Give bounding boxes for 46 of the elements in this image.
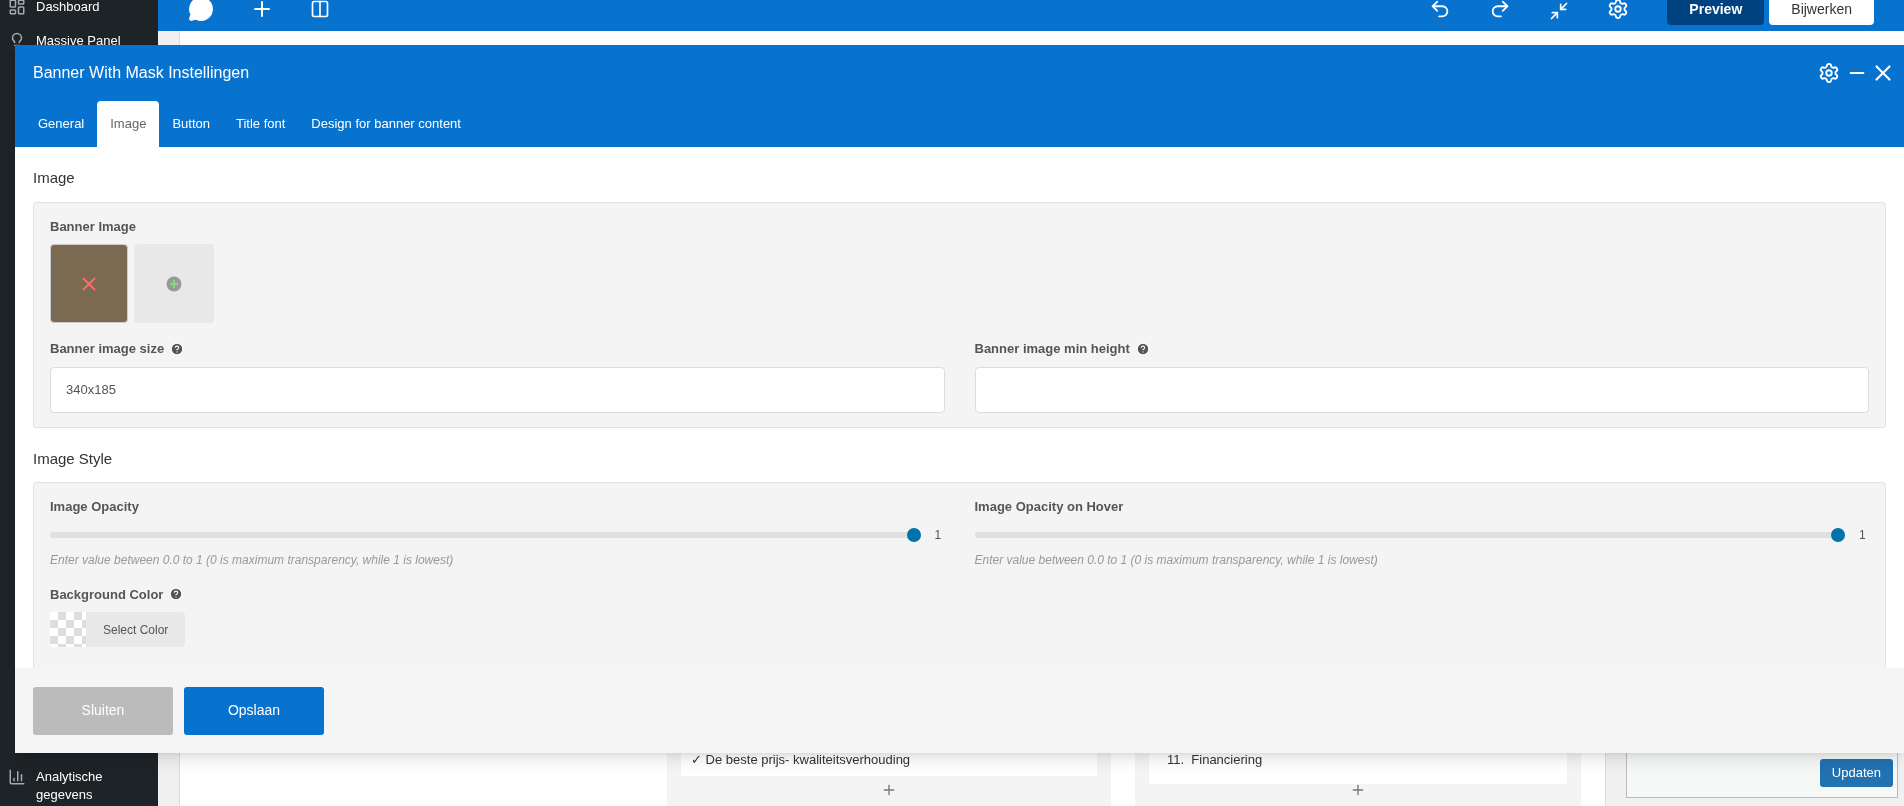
field-label: Image Opacity — [50, 498, 139, 516]
slider-value: 1 — [1859, 526, 1867, 544]
hint-text: Enter value between 0.0 to 1 (0 is maximum transparency, while 1 is lowest) — [974, 551, 1379, 569]
settings-icon[interactable] — [1607, 0, 1630, 20]
numbered-item: 11. Financiering — [1167, 753, 1263, 766]
updaten-button[interactable]: Updaten — [1819, 759, 1893, 787]
tab[interactable]: General — [25, 101, 98, 147]
layout-icon[interactable] — [310, 0, 330, 19]
bar-chart-icon — [8, 768, 26, 786]
tab[interactable]: Design for banner content — [298, 101, 474, 147]
dialog-title: Banner With Mask Instellingen — [33, 62, 250, 83]
text-input[interactable]: 340x185 — [50, 366, 945, 413]
field-label: Banner image min height — [974, 340, 1130, 358]
slider-thumb[interactable] — [906, 527, 921, 542]
hint-text: Enter value between 0.0 to 1 (0 is maximum transparency, while 1 is lowest) — [50, 551, 455, 569]
help-icon[interactable] — [1135, 341, 1150, 356]
save-button[interactable]: Opslaan — [184, 686, 324, 735]
tab[interactable]: Title font — [223, 101, 299, 147]
chat-bubble-icon[interactable] — [188, 0, 214, 22]
update-button[interactable]: Bijwerken — [1769, 0, 1874, 25]
section-heading: Image Style — [33, 448, 114, 469]
field-label: Banner Image — [50, 217, 136, 236]
text-input[interactable] — [974, 366, 1869, 413]
transparent-swatch-icon — [50, 612, 86, 647]
settings-icon[interactable] — [1818, 61, 1840, 84]
plus-circle-icon — [166, 275, 182, 292]
help-icon[interactable] — [169, 587, 184, 602]
preview-button[interactable]: Preview — [1667, 0, 1765, 25]
field-label: Image Opacity on Hover — [974, 498, 1124, 516]
add-icon[interactable] — [1350, 782, 1366, 798]
select-color-button[interactable]: Select Color — [50, 612, 186, 647]
tab[interactable]: Image — [97, 101, 160, 147]
section-heading: Image — [33, 168, 76, 188]
slider-value: 1 — [934, 526, 943, 544]
checklist-item: ✓ De beste prijs- kwaliteitsverhouding — [691, 753, 911, 766]
sidebar-item[interactable]: Dashboard — [0, 0, 158, 24]
help-icon[interactable] — [170, 341, 185, 356]
sidebar-item[interactable]: Analytische gegevens — [0, 768, 130, 804]
add-icon[interactable] — [881, 782, 897, 798]
tab[interactable]: Button — [159, 101, 223, 147]
field-label: Banner image size — [50, 340, 165, 358]
slider-thumb[interactable] — [1831, 527, 1845, 542]
dashboard-icon — [8, 0, 26, 16]
photo-placeholder[interactable] — [50, 244, 128, 323]
field-label: Background Color — [50, 585, 164, 604]
collapse-icon[interactable] — [1549, 0, 1570, 21]
